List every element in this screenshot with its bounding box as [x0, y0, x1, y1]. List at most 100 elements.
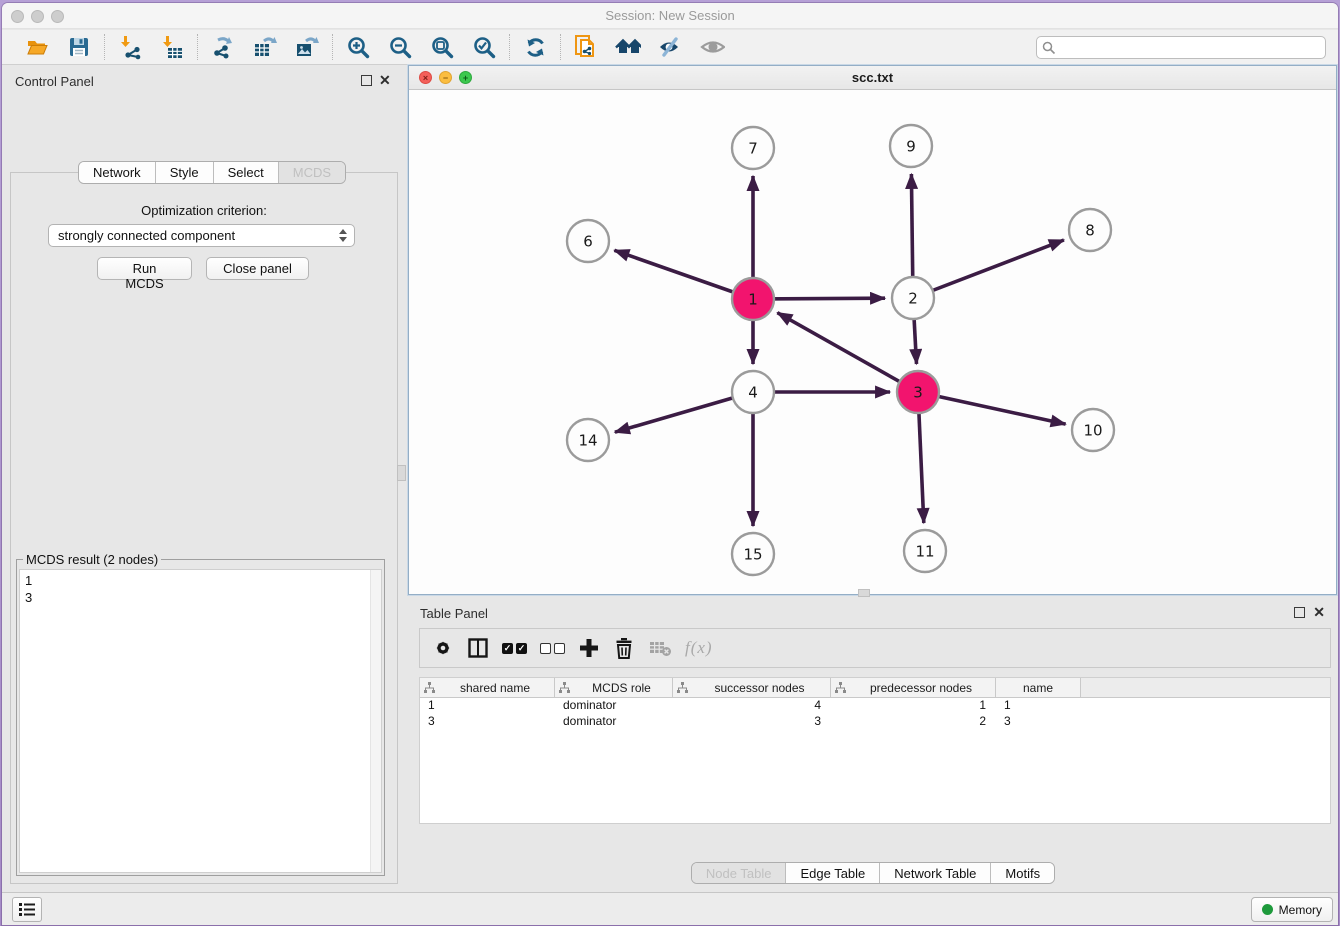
tab-select[interactable]: Select: [213, 162, 278, 183]
column-type-icon: [559, 682, 570, 693]
graph-node-label-15: 15: [743, 546, 762, 564]
node-table[interactable]: shared name MCDS role successor nodes pr…: [419, 677, 1331, 824]
tab-style[interactable]: Style: [155, 162, 213, 183]
column-header-predecessor-nodes[interactable]: predecessor nodes: [831, 678, 996, 697]
tab-mcds[interactable]: MCDS: [278, 162, 345, 183]
graph-node-label-6: 6: [583, 233, 593, 251]
mcds-result-groupbox: MCDS result (2 nodes) 1 3: [16, 559, 385, 876]
delete-column-icon[interactable]: [613, 635, 635, 661]
import-table-icon[interactable]: [159, 34, 185, 60]
control-panel-title: Control Panel: [15, 74, 94, 89]
cell-shared-name[interactable]: 3: [420, 714, 555, 730]
save-session-icon[interactable]: [66, 34, 92, 60]
header-filler: [1081, 678, 1330, 697]
graph-edge-3-10[interactable]: [918, 392, 1066, 424]
zoom-out-icon[interactable]: [387, 34, 413, 60]
refresh-icon[interactable]: [522, 34, 548, 60]
network-window-titlebar[interactable]: × − + scc.txt: [409, 66, 1336, 90]
network-window-title: scc.txt: [409, 70, 1336, 85]
select-all-icon[interactable]: ✓✓: [502, 635, 527, 661]
cell-mcds-role[interactable]: dominator: [555, 698, 673, 714]
graph-node-label-10: 10: [1083, 422, 1102, 440]
run-mcds-button[interactable]: Run MCDS: [97, 257, 192, 280]
hide-panels-icon[interactable]: [657, 34, 683, 60]
close-panel-icon[interactable]: ✕: [379, 72, 391, 89]
open-session-icon[interactable]: [24, 34, 50, 60]
tab-network-table[interactable]: Network Table: [879, 863, 990, 883]
table-panel-title: Table Panel: [420, 606, 488, 621]
tab-node-table[interactable]: Node Table: [692, 863, 786, 883]
column-type-icon: [677, 682, 688, 693]
mcds-panel-body: Optimization criterion: strongly connect…: [10, 172, 398, 884]
result-scrollbar[interactable]: [370, 570, 381, 872]
graph-node-label-1: 1: [748, 291, 758, 309]
tab-edge-table[interactable]: Edge Table: [785, 863, 879, 883]
column-header-shared-name[interactable]: shared name: [420, 678, 555, 697]
status-bar: Memory: [2, 892, 1338, 925]
float-panel-icon[interactable]: [361, 75, 372, 86]
table-panel-header: Table Panel ✕: [408, 597, 1338, 625]
table-settings-gear-icon[interactable]: [432, 635, 454, 661]
preview-icon: [699, 34, 725, 60]
zoom-in-icon[interactable]: [345, 34, 371, 60]
table-header-row: shared name MCDS role successor nodes pr…: [420, 678, 1330, 698]
table-panel: Table Panel ✕ ✓✓ f(x): [408, 597, 1338, 892]
search-input[interactable]: [1036, 36, 1326, 59]
column-type-icon: [835, 682, 846, 693]
control-panel: Control Panel ✕ Network Style Select MCD…: [2, 65, 406, 892]
delete-table-icon: [648, 635, 672, 661]
optimization-criterion-label: Optimization criterion:: [11, 203, 397, 218]
main-toolbar: [2, 30, 1338, 65]
mcds-result-list[interactable]: 1 3: [19, 569, 382, 873]
vertical-splitter-grip[interactable]: [397, 465, 406, 481]
cell-successor-nodes[interactable]: 3: [673, 714, 831, 730]
titlebar: Session: New Session: [2, 3, 1338, 29]
network-graph[interactable]: 1234678910111415: [409, 90, 1338, 594]
table-row[interactable]: 3 dominator 3 2 3: [420, 714, 1330, 730]
criterion-select[interactable]: strongly connected component: [48, 224, 355, 247]
import-network-icon[interactable]: [117, 34, 143, 60]
show-column-panel-icon[interactable]: [467, 635, 489, 661]
column-type-icon: [424, 682, 435, 693]
cell-predecessor-nodes[interactable]: 2: [831, 714, 996, 730]
export-image-icon[interactable]: [294, 34, 320, 60]
window-title: Session: New Session: [2, 8, 1338, 23]
task-history-button[interactable]: [12, 897, 42, 922]
network-canvas[interactable]: 1234678910111415: [409, 90, 1336, 594]
float-table-panel-icon[interactable]: [1294, 607, 1305, 618]
memory-button[interactable]: Memory: [1251, 897, 1333, 922]
zoom-fit-icon[interactable]: [429, 34, 455, 60]
zoom-selected-icon[interactable]: [471, 34, 497, 60]
list-icon: [19, 902, 36, 917]
graph-node-label-11: 11: [915, 543, 934, 561]
cell-name[interactable]: 1: [996, 698, 1081, 714]
horizontal-splitter-grip[interactable]: [858, 589, 870, 597]
close-table-panel-icon[interactable]: ✕: [1313, 604, 1325, 621]
result-line: 3: [25, 589, 376, 606]
column-header-mcds-role[interactable]: MCDS role: [555, 678, 673, 697]
cell-successor-nodes[interactable]: 4: [673, 698, 831, 714]
graph-node-label-9: 9: [906, 138, 916, 156]
column-header-successor-nodes[interactable]: successor nodes: [673, 678, 831, 697]
search-field-wrap: [1036, 36, 1326, 59]
add-column-icon[interactable]: [578, 635, 600, 661]
home-icon[interactable]: [615, 34, 641, 60]
clone-network-icon[interactable]: [573, 34, 599, 60]
cell-shared-name[interactable]: 1: [420, 698, 555, 714]
deselect-all-icon[interactable]: [540, 635, 565, 661]
export-table-icon[interactable]: [252, 34, 278, 60]
tab-network[interactable]: Network: [79, 162, 155, 183]
cell-name[interactable]: 3: [996, 714, 1081, 730]
column-header-name[interactable]: name: [996, 678, 1081, 697]
function-builder-icon: f(x): [685, 635, 713, 661]
table-row[interactable]: 1 dominator 4 1 1: [420, 698, 1330, 714]
cell-mcds-role[interactable]: dominator: [555, 714, 673, 730]
close-panel-button[interactable]: Close panel: [206, 257, 309, 280]
graph-edge-2-8[interactable]: [913, 240, 1064, 298]
export-network-icon[interactable]: [210, 34, 236, 60]
graph-node-label-8: 8: [1085, 222, 1095, 240]
graph-edge-3-1[interactable]: [777, 313, 918, 392]
criterion-value: strongly connected component: [58, 228, 235, 243]
tab-motifs[interactable]: Motifs: [990, 863, 1054, 883]
cell-predecessor-nodes[interactable]: 1: [831, 698, 996, 714]
